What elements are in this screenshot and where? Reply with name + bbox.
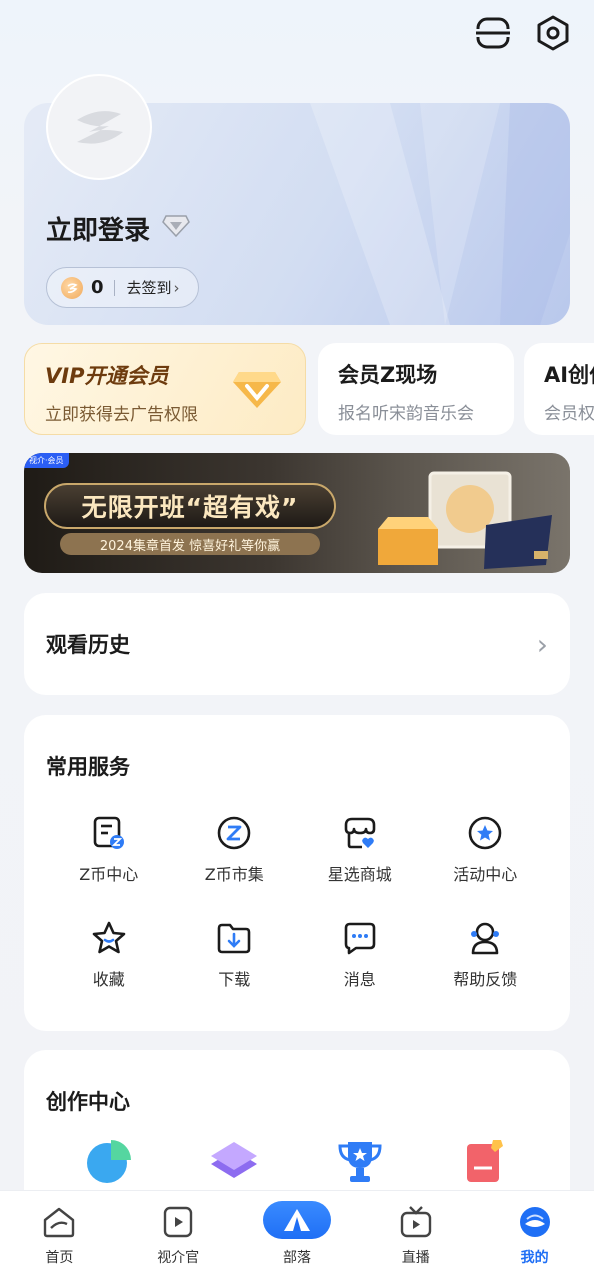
promo-row: VIP开通会员 立即获得去广告权限 会员Z现场 报名听宋韵音乐会 AI创作 会员… [24,343,594,435]
ai-promo-title: AI创作 [544,363,594,387]
services-heading: 常用服务 [46,755,130,779]
watch-history-row[interactable]: 观看历史 › [24,593,570,695]
service-label: 下载 [218,970,251,989]
home-icon [42,1205,76,1239]
pie-chart-icon [86,1140,131,1183]
service-label: 消息 [343,970,376,989]
service-z-coin-center[interactable]: Z币中心 [46,813,172,885]
live-promo-subtitle: 报名听宋韵音乐会 [338,404,474,424]
create-tool-chart[interactable] [46,1138,172,1184]
gift-box-illustration [378,471,552,569]
nav-mine[interactable]: 我的 [475,1191,594,1280]
z-coin-market-icon [214,813,254,853]
bottom-nav: 首页 视介官 部落 直播 我的 [0,1190,594,1280]
service-help-feedback[interactable]: 帮助反馈 [423,918,549,990]
nav-curator[interactable]: 视介官 [119,1191,238,1280]
coin-icon [61,276,83,299]
trophy-icon [338,1142,382,1182]
create-tool-note[interactable] [423,1138,549,1184]
nav-label: 首页 [45,1250,74,1266]
service-label: Z币中心 [79,865,139,884]
nav-live[interactable]: 直播 [356,1191,475,1280]
service-favorites[interactable]: 收藏 [46,918,172,990]
ai-promo-subtitle: 会员权益 [544,404,594,424]
store-icon [340,813,380,853]
service-label: 活动中心 [453,865,518,884]
service-label: Z币市集 [204,865,264,884]
service-label: 星选商城 [327,865,392,884]
ai-promo-card[interactable]: AI创作 会员权益 [524,343,594,435]
nav-home[interactable]: 首页 [0,1191,119,1280]
checkin-link[interactable]: 去签到 [127,277,172,298]
services-grid: Z币中心 Z币市集 星选商城 活动中心 收藏 下载 消息 帮助反馈 [46,813,548,990]
live-promo-title: 会员Z现场 [338,363,438,387]
chevron-right-icon: › [536,627,548,661]
service-label: 收藏 [92,970,125,989]
coin-divider [113,279,115,296]
service-activity-center[interactable]: 活动中心 [423,813,549,885]
download-folder-icon [214,918,254,958]
tv-live-icon [399,1205,433,1239]
activity-icon [465,813,505,853]
live-promo-card[interactable]: 会员Z现场 报名听宋韵音乐会 [318,343,514,435]
z-coin-center-icon [89,813,129,853]
video-play-icon [162,1205,194,1239]
watch-history-label: 观看历史 [46,633,130,657]
message-icon [340,918,380,958]
settings-icon[interactable] [534,14,572,52]
banner-subline: 2024集章首发 惊喜好礼等你赢 [60,533,320,555]
create-icons-row [46,1138,548,1184]
note-edit-icon [467,1140,504,1182]
service-messages[interactable]: 消息 [297,918,423,990]
tribe-tent-icon [262,1201,331,1239]
profile-decoration [310,103,570,325]
banner-headline: 无限开班“超有戏” [44,483,336,529]
layers-icon [211,1142,258,1178]
login-title[interactable]: 立即登录 [46,210,150,247]
nav-label: 我的 [520,1250,549,1266]
service-z-coin-market[interactable]: Z币市集 [172,813,298,885]
banner-tag: 视介·会员 [24,453,69,468]
nav-label: 直播 [401,1250,430,1266]
diamond-badge-icon [162,212,190,242]
favorite-star-icon [89,918,129,958]
create-tool-trophy[interactable] [297,1138,423,1184]
service-label: 帮助反馈 [453,970,518,989]
common-services-card: 常用服务 Z币中心 Z币市集 星选商城 活动中心 收藏 下载 消息 帮助反馈 [24,715,570,1031]
nav-tribe[interactable]: 部落 [238,1191,357,1280]
vip-gem-icon [233,372,281,408]
create-tool-layers[interactable] [172,1138,298,1184]
chevron-right-icon: › [173,278,180,297]
coin-count: 0 [91,277,104,298]
help-feedback-icon [465,918,505,958]
top-bar [474,14,572,52]
nav-label: 视介官 [157,1250,200,1266]
promo-banner[interactable]: 视介·会员 无限开班“超有戏” 2024集章首发 惊喜好礼等你赢 [24,453,570,573]
profile-face-icon [518,1205,552,1239]
nav-label: 部落 [282,1250,311,1266]
avatar[interactable] [46,74,152,180]
scan-icon[interactable] [474,14,512,52]
service-star-mall[interactable]: 星选商城 [297,813,423,885]
service-download[interactable]: 下载 [172,918,298,990]
vip-promo-card[interactable]: VIP开通会员 立即获得去广告权限 [24,343,306,435]
create-heading: 创作中心 [46,1090,130,1114]
coin-checkin-pill[interactable]: 0 去签到 › [46,267,199,308]
